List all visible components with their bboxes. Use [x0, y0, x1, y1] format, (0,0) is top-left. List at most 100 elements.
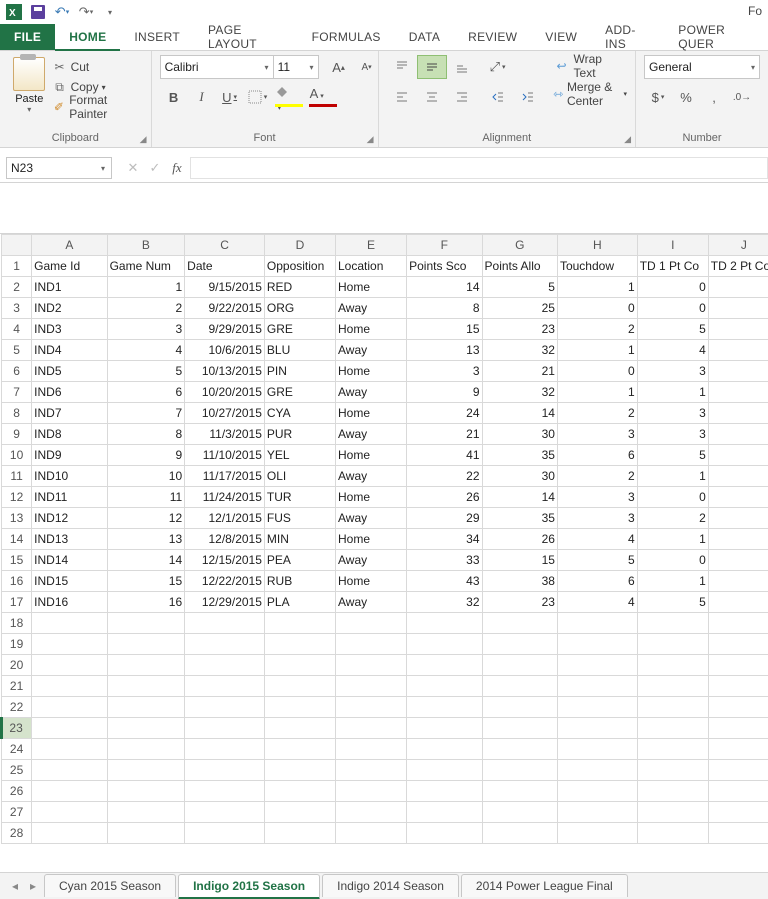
cell[interactable]: 15	[107, 571, 185, 592]
row-header[interactable]: 23	[2, 718, 32, 739]
column-header[interactable]: J	[708, 235, 768, 256]
cell[interactable]: 6	[107, 382, 185, 403]
cell[interactable]: 26	[482, 529, 557, 550]
cell[interactable]	[264, 676, 335, 697]
cell[interactable]	[637, 655, 708, 676]
row-header[interactable]: 10	[2, 445, 32, 466]
cell[interactable]: Home	[336, 529, 407, 550]
cell[interactable]	[637, 697, 708, 718]
cell[interactable]	[264, 802, 335, 823]
cell[interactable]	[107, 676, 185, 697]
tab-insert[interactable]: INSERT	[120, 24, 194, 50]
merge-center-button[interactable]: ⇿Merge & Center▾	[553, 83, 627, 105]
cell[interactable]: 0	[708, 550, 768, 571]
cell[interactable]	[708, 676, 768, 697]
cell[interactable]: OLI	[264, 466, 335, 487]
row-header[interactable]: 2	[2, 277, 32, 298]
redo-icon[interactable]: ↷▾	[77, 3, 95, 21]
cell[interactable]: FUS	[264, 508, 335, 529]
cell[interactable]	[264, 760, 335, 781]
tab-file[interactable]: FILE	[0, 24, 55, 50]
cell[interactable]	[482, 634, 557, 655]
cell[interactable]: IND10	[32, 466, 107, 487]
cell[interactable]: IND15	[32, 571, 107, 592]
align-middle-icon[interactable]	[417, 55, 447, 79]
cell[interactable]	[482, 697, 557, 718]
cell[interactable]	[407, 718, 482, 739]
cell[interactable]	[637, 781, 708, 802]
row-header[interactable]: 12	[2, 487, 32, 508]
cell[interactable]: 12/1/2015	[185, 508, 265, 529]
cell[interactable]	[185, 655, 265, 676]
cell[interactable]	[264, 613, 335, 634]
cell[interactable]: PUR	[264, 424, 335, 445]
cell[interactable]: 10/13/2015	[185, 361, 265, 382]
cell[interactable]: 14	[482, 403, 557, 424]
cell[interactable]: YEL	[264, 445, 335, 466]
column-header[interactable]: G	[482, 235, 557, 256]
align-center-icon[interactable]	[417, 85, 447, 109]
cell[interactable]	[32, 781, 107, 802]
cell[interactable]: 43	[407, 571, 482, 592]
sheet-nav-prev-icon[interactable]: ◂	[6, 877, 24, 895]
cell[interactable]: 30	[482, 424, 557, 445]
cell[interactable]: IND16	[32, 592, 107, 613]
column-header[interactable]: C	[185, 235, 265, 256]
tab-home[interactable]: HOME	[55, 24, 120, 51]
row-header[interactable]: 18	[2, 613, 32, 634]
sheet-tab[interactable]: Indigo 2015 Season	[178, 874, 320, 899]
cell[interactable]: 14	[107, 550, 185, 571]
cell[interactable]: Home	[336, 403, 407, 424]
cell[interactable]: 21	[407, 424, 482, 445]
cell[interactable]: 10/6/2015	[185, 340, 265, 361]
cell[interactable]	[264, 697, 335, 718]
cell[interactable]	[407, 823, 482, 844]
cell[interactable]: 0	[708, 508, 768, 529]
cell[interactable]: MIN	[264, 529, 335, 550]
align-top-icon[interactable]	[387, 55, 417, 79]
cell[interactable]	[32, 613, 107, 634]
cell[interactable]: 12	[107, 508, 185, 529]
cell[interactable]	[185, 634, 265, 655]
cell[interactable]	[336, 718, 407, 739]
cell[interactable]: 9/22/2015	[185, 298, 265, 319]
cell[interactable]: 1	[557, 382, 637, 403]
cell[interactable]	[185, 697, 265, 718]
cell[interactable]	[407, 802, 482, 823]
cell[interactable]	[32, 802, 107, 823]
font-color-button[interactable]: A▾	[306, 85, 340, 109]
cell[interactable]: 0	[637, 550, 708, 571]
cell[interactable]: Away	[336, 298, 407, 319]
cell[interactable]	[708, 781, 768, 802]
column-header[interactable]: H	[557, 235, 637, 256]
cell[interactable]: 26	[407, 487, 482, 508]
cell[interactable]: 5	[482, 277, 557, 298]
cell[interactable]	[557, 655, 637, 676]
cell[interactable]	[107, 634, 185, 655]
cell[interactable]: 25	[482, 298, 557, 319]
row-header[interactable]: 25	[2, 760, 32, 781]
cell[interactable]: 32	[482, 340, 557, 361]
cell[interactable]	[557, 823, 637, 844]
cell[interactable]	[264, 823, 335, 844]
header-cell[interactable]: Date	[185, 256, 265, 277]
cell[interactable]: 35	[482, 508, 557, 529]
cell[interactable]: Away	[336, 466, 407, 487]
cell[interactable]	[336, 802, 407, 823]
borders-button[interactable]: ▾	[244, 85, 272, 109]
cell[interactable]: 0	[708, 571, 768, 592]
cell[interactable]	[637, 823, 708, 844]
cell[interactable]: 7	[107, 403, 185, 424]
cell[interactable]: 5	[637, 319, 708, 340]
paste-button[interactable]: Paste	[15, 93, 43, 105]
cell[interactable]	[32, 718, 107, 739]
cell[interactable]: IND11	[32, 487, 107, 508]
cell[interactable]: 0	[557, 298, 637, 319]
font-size-select[interactable]: 11▾	[274, 55, 319, 79]
header-cell[interactable]: Touchdow	[557, 256, 637, 277]
enter-formula-icon[interactable]: ✓	[144, 157, 166, 179]
cell[interactable]: 10/20/2015	[185, 382, 265, 403]
percent-button[interactable]: %	[672, 85, 700, 109]
cell[interactable]: 21	[482, 361, 557, 382]
row-header[interactable]: 3	[2, 298, 32, 319]
